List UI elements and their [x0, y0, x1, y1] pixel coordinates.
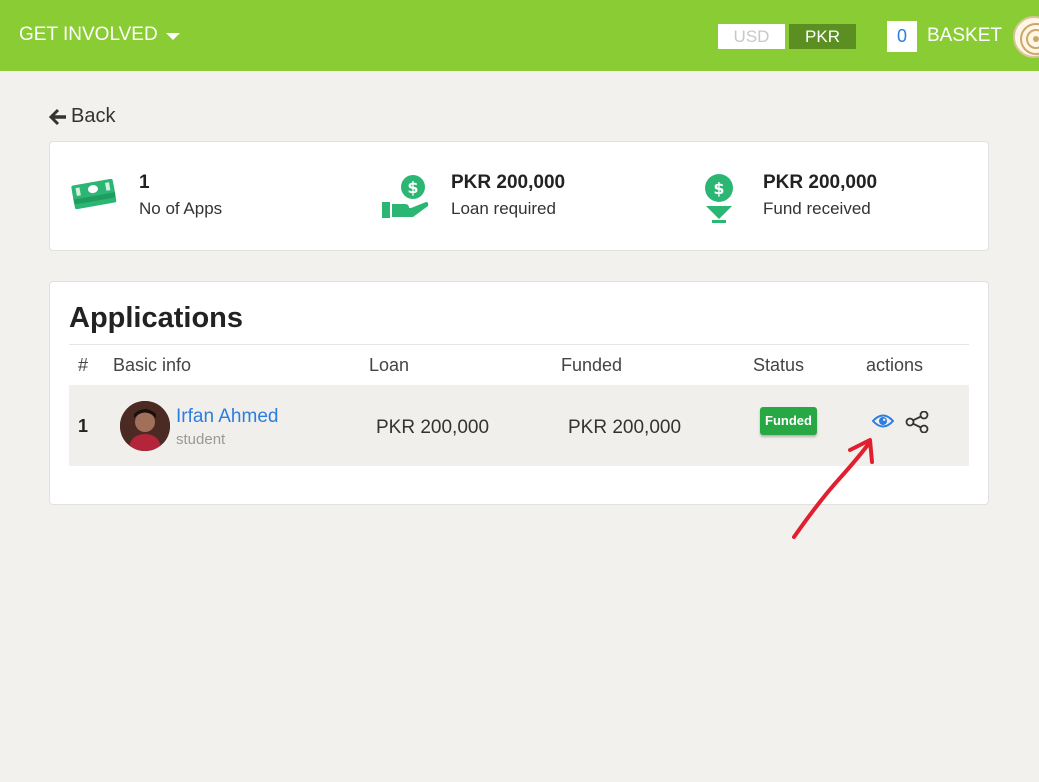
user-avatar[interactable]: [1013, 16, 1039, 58]
stat-loan: $ PKR 200,000 Loan required: [360, 142, 670, 252]
dollar-down-icon: $: [703, 173, 735, 228]
basket-count-badge[interactable]: 0: [887, 21, 917, 52]
stat-fund-label: Fund received: [763, 199, 871, 218]
get-involved-label: GET INVOLVED: [19, 24, 158, 45]
arrow-left-icon: [49, 108, 66, 125]
top-navbar: GET INVOLVED USD PKR 0 BASKET: [0, 0, 1039, 71]
back-label: Back: [71, 105, 116, 127]
money-stack-icon: [69, 178, 119, 217]
currency-usd-button[interactable]: USD: [718, 24, 785, 49]
row-loan-amount: PKR 200,000: [376, 417, 490, 438]
applicant-role: student: [176, 431, 226, 448]
svg-text:$: $: [713, 179, 724, 198]
stat-loan-label: Loan required: [451, 199, 556, 218]
applications-title: Applications: [69, 302, 244, 334]
back-link[interactable]: Back: [49, 105, 115, 128]
col-funded: Funded: [561, 355, 623, 375]
stat-fund-value: PKR 200,000: [763, 172, 878, 193]
row-number: 1: [78, 416, 89, 436]
annotation-arrow: [792, 438, 874, 539]
col-actions: actions: [866, 355, 924, 375]
basket-link[interactable]: BASKET: [927, 25, 1002, 47]
share-icon[interactable]: [905, 410, 929, 438]
col-status: Status: [753, 355, 805, 375]
svg-text:$: $: [407, 178, 418, 197]
hand-dollar-icon: $: [381, 174, 431, 225]
table-header: # Basic info Loan Funded Status actions: [69, 344, 969, 385]
row-funded-amount: PKR 200,000: [568, 417, 682, 438]
stat-fund: $ PKR 200,000 Fund received: [670, 142, 990, 252]
applicant-avatar: [120, 401, 170, 451]
currency-pkr-button[interactable]: PKR: [789, 24, 856, 49]
stat-apps-value: 1: [139, 172, 150, 193]
stat-apps-label: No of Apps: [139, 199, 223, 218]
stat-apps: 1 No of Apps: [50, 142, 360, 252]
col-loan: Loan: [369, 355, 410, 375]
summary-card: 1 No of Apps $ PKR 200,000 Loan required…: [49, 141, 989, 251]
col-number: #: [78, 355, 89, 375]
get-involved-menu[interactable]: GET INVOLVED: [19, 24, 180, 46]
col-basic-info: Basic info: [113, 355, 192, 375]
stat-loan-value: PKR 200,000: [451, 172, 566, 193]
applicant-name-link[interactable]: Irfan Ahmed: [176, 406, 278, 428]
caret-down-icon: [165, 32, 180, 40]
